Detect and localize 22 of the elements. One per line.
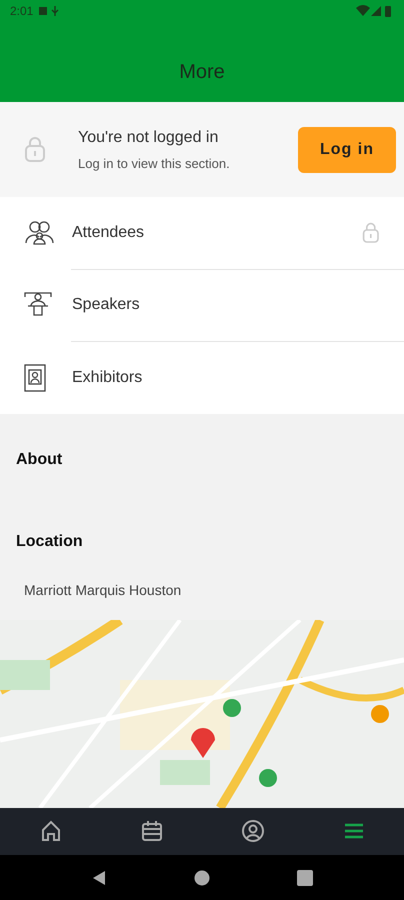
usb-icon — [49, 5, 62, 17]
menu-item[interactable]: Speakers — [0, 270, 404, 341]
battery-icon — [382, 5, 394, 17]
clock: 2:01 — [10, 3, 34, 20]
login-title: You're not logged in — [78, 128, 220, 148]
wifi-icon — [356, 5, 370, 17]
login-button[interactable]: Log in — [298, 126, 396, 172]
venue-name: Marriott Marquis Houston — [23, 580, 182, 600]
lock-icon — [24, 136, 46, 163]
page-title: More — [179, 60, 225, 85]
back-icon — [91, 870, 108, 886]
square-icon — [296, 870, 313, 886]
calendar-icon — [140, 819, 164, 843]
people-icon — [24, 218, 54, 247]
menu-item[interactable]: Attendees — [0, 197, 404, 268]
section-heading: About — [16, 450, 64, 470]
circle-icon — [194, 870, 210, 886]
menu-item[interactable]: Exhibitors — [0, 342, 404, 414]
profile-icon — [240, 819, 264, 843]
login-subtitle: Log in to view this section. — [78, 154, 231, 173]
section-heading: Location — [16, 532, 84, 552]
signal-icon — [370, 5, 382, 17]
